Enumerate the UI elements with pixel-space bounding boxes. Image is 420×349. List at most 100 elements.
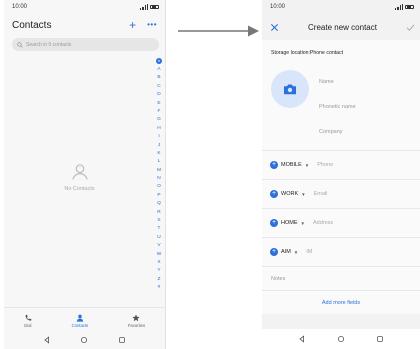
tab-label: Contacts — [71, 322, 89, 328]
check-icon[interactable] — [406, 23, 415, 32]
tab-favorites[interactable]: Favorites — [127, 313, 146, 328]
address-field[interactable]: Address — [313, 220, 333, 226]
create-contact-screen: 10:00 Create new contact Storage locatio… — [262, 0, 420, 349]
index-letter[interactable]: K — [157, 150, 160, 158]
storage-location: Storage location:Phone contact — [262, 40, 420, 62]
address-row: + HOME ▼ Address — [262, 208, 420, 237]
search-input[interactable]: Search in 0 contacts — [12, 38, 159, 51]
person-icon — [76, 314, 84, 322]
status-bar: 10:00 — [4, 0, 165, 14]
add-more-fields-button[interactable]: Add more fields — [262, 290, 420, 314]
arrow-right-icon — [178, 25, 259, 37]
tab-bar: Dial Contacts Favorites — [4, 308, 165, 330]
company-field[interactable]: Company — [319, 129, 343, 135]
contacts-screen: 10:00 Contacts + ••• Search in 0 contact… — [4, 0, 166, 349]
index-letter[interactable]: O — [157, 183, 161, 191]
index-letter[interactable]: L — [158, 158, 161, 166]
system-nav-bar — [4, 330, 165, 349]
tab-contacts[interactable]: Contacts — [71, 314, 89, 328]
phonetic-name-field[interactable]: Phonetic name — [319, 104, 356, 110]
index-letter[interactable]: H — [157, 125, 160, 133]
index-letter[interactable]: S — [157, 217, 160, 225]
index-letter[interactable]: # — [156, 58, 162, 64]
signal-icon — [140, 4, 148, 10]
empty-state: No Contacts — [4, 162, 155, 192]
email-row: + WORK ▼ Email — [262, 179, 420, 208]
add-address-button[interactable]: + — [270, 219, 278, 227]
tab-label: Dial — [24, 322, 32, 328]
recents-icon[interactable] — [376, 335, 384, 343]
index-letter[interactable]: T — [158, 225, 161, 233]
phone-row: + MOBILE ▼ Phone — [262, 150, 420, 179]
index-letter[interactable]: A — [157, 66, 160, 74]
index-letter[interactable]: I — [158, 133, 159, 141]
email-type-select[interactable]: WORK — [281, 191, 298, 197]
back-icon[interactable] — [298, 335, 306, 343]
notes-field[interactable]: Notes — [262, 266, 420, 290]
index-letter[interactable]: U — [157, 234, 160, 242]
system-nav-bar — [262, 329, 420, 349]
tab-dial[interactable]: Dial — [24, 314, 32, 328]
home-icon[interactable] — [337, 335, 345, 343]
contact-photo-button[interactable] — [271, 70, 309, 108]
signal-icon — [395, 4, 403, 10]
phone-icon — [25, 314, 32, 321]
index-letter[interactable]: B — [157, 74, 160, 82]
chevron-down-icon[interactable]: ▼ — [301, 221, 305, 226]
page-title: Contacts — [12, 19, 52, 31]
camera-icon — [284, 84, 296, 95]
index-letter[interactable]: Z — [158, 276, 161, 284]
index-letter[interactable]: V — [157, 242, 160, 250]
index-letter[interactable]: M — [157, 167, 161, 175]
alphabet-index[interactable]: # A B C D E F G H I J K L M N O P Q R S T U V W X Y Z # — [155, 58, 163, 293]
more-icon[interactable]: ••• — [147, 21, 157, 29]
add-im-button[interactable]: + — [270, 248, 278, 256]
email-field[interactable]: Email — [314, 191, 328, 197]
im-field[interactable]: IM — [306, 249, 312, 255]
index-letter[interactable]: # — [158, 284, 161, 292]
index-letter[interactable]: E — [157, 100, 160, 108]
index-letter[interactable]: D — [157, 91, 160, 99]
im-row: + AIM ▼ IM — [262, 237, 420, 266]
add-phone-button[interactable]: + — [270, 161, 278, 169]
index-letter[interactable]: J — [158, 142, 160, 150]
tab-label: Favorites — [127, 322, 146, 328]
name-section: Name Phonetic name Company — [262, 62, 420, 150]
person-outline-icon — [71, 164, 88, 180]
bottom-bar: Dial Contacts Favorites — [4, 307, 165, 349]
plus-icon[interactable]: + — [129, 19, 136, 31]
index-letter[interactable]: C — [157, 83, 160, 91]
name-field[interactable]: Name — [319, 79, 334, 85]
index-letter[interactable]: X — [157, 259, 160, 267]
search-placeholder: Search in 0 contacts — [26, 41, 72, 48]
home-icon[interactable] — [80, 336, 88, 344]
phone-field[interactable]: Phone — [317, 162, 333, 168]
index-letter[interactable]: Q — [157, 200, 161, 208]
chevron-down-icon[interactable]: ▼ — [294, 250, 298, 255]
recents-icon[interactable] — [118, 336, 126, 344]
phone-type-select[interactable]: MOBILE — [281, 162, 302, 168]
status-time: 10:00 — [12, 4, 28, 10]
index-letter[interactable]: N — [157, 175, 160, 183]
star-icon — [132, 313, 141, 321]
page-title: Create new contact — [308, 22, 377, 32]
chevron-down-icon[interactable]: ▼ — [305, 163, 309, 168]
status-bar: 10:00 — [262, 0, 420, 14]
index-letter[interactable]: P — [157, 192, 160, 200]
index-letter[interactable]: Y — [157, 267, 160, 275]
chevron-down-icon[interactable]: ▼ — [301, 192, 305, 197]
index-letter[interactable]: G — [157, 116, 161, 124]
add-email-button[interactable]: + — [270, 190, 278, 198]
index-letter[interactable]: R — [157, 209, 160, 217]
close-icon[interactable] — [270, 23, 279, 32]
status-time: 10:00 — [270, 4, 286, 10]
empty-text: No Contacts — [64, 186, 95, 192]
index-letter[interactable]: W — [157, 251, 162, 259]
address-type-select[interactable]: HOME — [281, 220, 298, 226]
battery-icon — [405, 4, 414, 10]
search-icon — [17, 41, 23, 48]
index-letter[interactable]: F — [158, 108, 161, 116]
im-type-select[interactable]: AIM — [281, 249, 291, 255]
back-icon[interactable] — [43, 336, 51, 344]
battery-icon — [150, 4, 159, 10]
